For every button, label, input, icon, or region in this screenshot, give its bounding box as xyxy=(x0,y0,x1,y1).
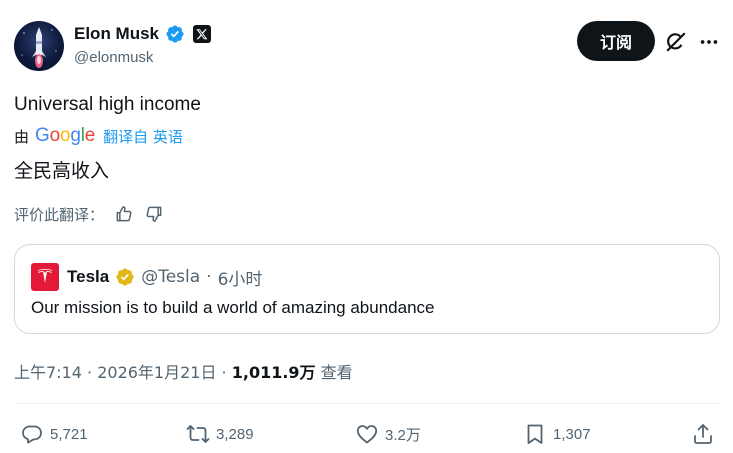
translated-text: 全民高收入 xyxy=(14,160,110,182)
tweet-meta: 上午7:14 · 2026年1月21日 · 1,011.9万 查看 xyxy=(14,359,353,383)
tweet-date[interactable]: 2026年1月21日 xyxy=(97,363,216,382)
repost-button[interactable]: 3,289 xyxy=(186,421,254,447)
reply-button[interactable]: 5,721 xyxy=(20,421,88,447)
tesla-logo-icon[interactable] xyxy=(31,263,59,291)
quoted-author-name: Tesla xyxy=(67,267,110,286)
share-button[interactable] xyxy=(691,421,715,447)
like-count: 3.2万 xyxy=(385,426,421,444)
translated-from-link[interactable]: 翻译自 英语 xyxy=(103,126,183,147)
google-logo: Google xyxy=(35,125,96,146)
like-button[interactable]: 3.2万 xyxy=(355,421,421,447)
avatar-rocket-image xyxy=(21,27,57,68)
quoted-tweet-header: Tesla @Tesla · 6小时 xyxy=(31,263,262,291)
view-count: 1,011.9万 xyxy=(231,363,316,382)
rate-translation-label: 评价此翻译： xyxy=(14,205,105,224)
bookmark-count: 1,307 xyxy=(553,425,591,443)
heart-icon xyxy=(356,425,378,444)
thumbs-down-icon[interactable] xyxy=(144,204,164,224)
meta-separator: · xyxy=(216,363,232,382)
quoted-meta-separator: · xyxy=(206,267,212,287)
verified-badge-icon[interactable] xyxy=(165,24,185,44)
quoted-tweet-text: Our mission is to build a world of amazi… xyxy=(31,298,435,317)
quoted-author-handle: @Tesla xyxy=(141,267,201,287)
author-name[interactable]: Elon Musk xyxy=(74,24,159,44)
translation-attribution: 由 Google 翻译自 英语 xyxy=(14,125,183,147)
grok-icon[interactable] xyxy=(663,29,689,55)
author-handle[interactable]: @elonmusk xyxy=(74,49,153,66)
bookmark-icon xyxy=(527,424,543,444)
x-logo-badge-icon[interactable] xyxy=(193,25,212,43)
quoted-tweet-card[interactable]: Tesla @Tesla · 6小时 Our mission is to bui… xyxy=(14,244,720,334)
reply-count: 5,721 xyxy=(50,425,88,443)
gold-verified-badge-icon xyxy=(116,268,134,286)
bookmark-button[interactable]: 1,307 xyxy=(523,421,591,447)
divider xyxy=(14,403,720,404)
quoted-tweet-age: 6小时 xyxy=(217,269,263,290)
repost-icon xyxy=(186,425,210,443)
more-icon[interactable] xyxy=(698,31,720,53)
tweet-time[interactable]: 上午7:14 xyxy=(14,363,82,382)
avatar[interactable] xyxy=(14,21,64,71)
subscribe-button[interactable]: 订阅 xyxy=(577,21,655,61)
share-icon xyxy=(694,424,712,444)
views-label: 查看 xyxy=(315,363,353,382)
thumbs-up-icon[interactable] xyxy=(114,204,134,224)
meta-separator: · xyxy=(81,363,98,382)
reply-icon xyxy=(22,425,42,444)
rate-translation-row: 评价此翻译： xyxy=(14,203,164,225)
tweet-text: Universal high income xyxy=(14,94,201,115)
author-name-row: Elon Musk xyxy=(74,22,212,46)
translated-by-label: 由 xyxy=(14,127,30,146)
repost-count: 3,289 xyxy=(216,425,254,443)
